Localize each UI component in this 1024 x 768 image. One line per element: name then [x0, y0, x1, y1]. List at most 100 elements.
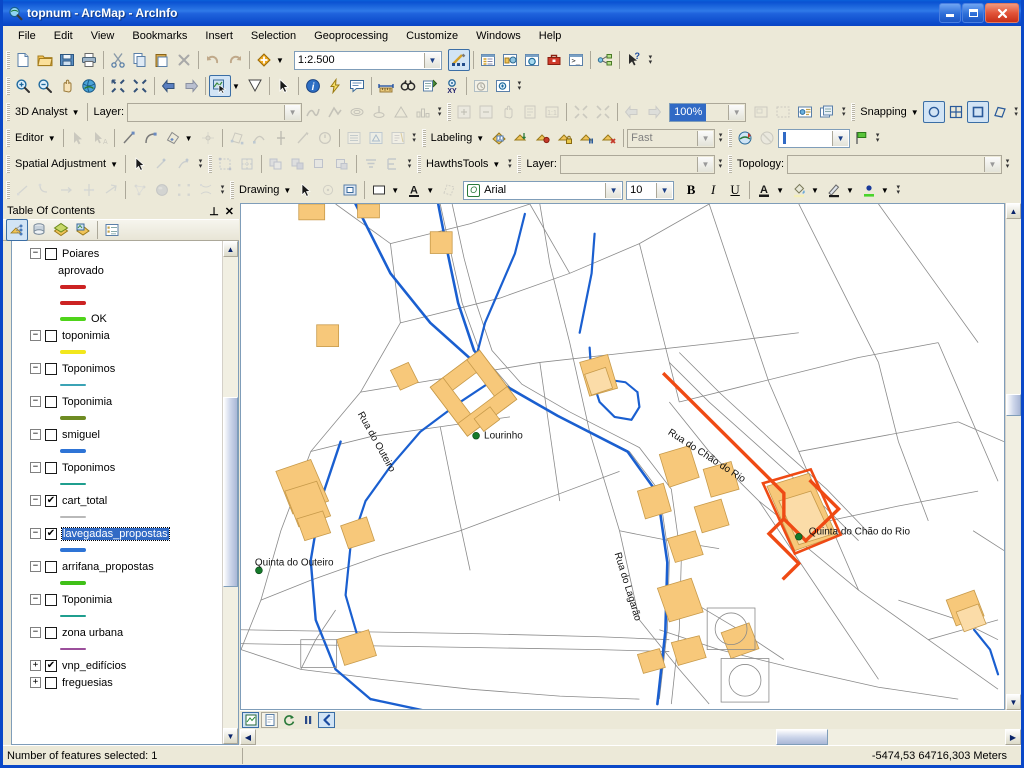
validate-topology-icon[interactable]: [382, 153, 404, 175]
chevron-down-icon[interactable]: ▼: [984, 156, 1000, 172]
rotate-raster-icon[interactable]: [734, 127, 756, 149]
labeling-toolbar-overflow[interactable]: ▾ ▾: [716, 128, 725, 148]
font-color-icon[interactable]: A: [403, 179, 425, 201]
layer-visibility-checkbox[interactable]: [45, 362, 57, 375]
layer-name[interactable]: smiguel: [62, 429, 100, 441]
toolbar-grip[interactable]: [447, 103, 452, 121]
symbol-swatch[interactable]: [60, 581, 86, 585]
select-by-polygon-icon[interactable]: [244, 75, 266, 97]
adjust-icon[interactable]: [100, 179, 122, 201]
copy-icon[interactable]: [129, 49, 151, 71]
identify-icon[interactable]: i: [302, 75, 324, 97]
layer-name[interactable]: Toponimia: [62, 594, 112, 606]
find-icon[interactable]: [397, 75, 419, 97]
pause-drawing-icon[interactable]: [299, 712, 316, 728]
layer-symbol-row[interactable]: [12, 410, 222, 426]
new-map-icon[interactable]: [12, 49, 34, 71]
chevron-down-icon[interactable]: ▼: [605, 182, 622, 198]
pan-icon[interactable]: [56, 75, 78, 97]
toc-layer-row[interactable]: − ✔ cart_total: [12, 492, 222, 509]
symbol-swatch[interactable]: [60, 615, 86, 617]
font-family-combo[interactable]: O Arial ▼: [463, 180, 624, 200]
pan-layout-icon[interactable]: [497, 101, 519, 123]
fixed-zoom-in-icon[interactable]: [107, 75, 129, 97]
list-by-drawing-order-icon[interactable]: [6, 219, 28, 241]
toc-tree[interactable]: − Poiares aprovado OK − toponimia − Toponimos − T…: [11, 241, 239, 745]
layer-symbol-row[interactable]: [12, 608, 222, 624]
marker-color-dropdown-icon[interactable]: ▼: [880, 186, 893, 195]
select-elements-icon[interactable]: [273, 75, 295, 97]
topology-overflow[interactable]: ▾ ▾: [1003, 154, 1012, 174]
toc-layer-row[interactable]: − toponimia: [12, 327, 222, 344]
layer-name[interactable]: Toponimos: [62, 462, 115, 474]
editor-dropdown-icon[interactable]: ▼: [47, 134, 60, 143]
go-back-extent-icon[interactable]: [158, 75, 180, 97]
chevron-down-icon[interactable]: ▼: [284, 104, 301, 120]
undo-edit-icon[interactable]: [314, 127, 336, 149]
toc-layer-row[interactable]: − Toponimia: [12, 393, 222, 410]
page-zoom-value[interactable]: 100%: [669, 102, 707, 122]
go-to-xy-icon[interactable]: XY: [441, 75, 463, 97]
toc-layer-row[interactable]: − Toponimos: [12, 459, 222, 476]
create-contour-icon[interactable]: [346, 101, 368, 123]
collapse-icon[interactable]: −: [30, 396, 41, 407]
menu-view[interactable]: View: [82, 27, 124, 45]
curve-segment-icon[interactable]: [140, 127, 162, 149]
cut-icon[interactable]: [107, 49, 129, 71]
menu-geoprocessing[interactable]: Geoprocessing: [305, 27, 397, 45]
symbol-swatch[interactable]: [60, 285, 86, 289]
sketch-properties-icon[interactable]: [365, 127, 387, 149]
topology-combo[interactable]: ▼: [787, 154, 1002, 174]
map-scroll-right-button[interactable]: ▶: [1005, 729, 1021, 745]
layer-visibility-checkbox[interactable]: [45, 247, 57, 260]
map-scale-combo[interactable]: 1:2.500 ▼: [293, 50, 442, 70]
layer-symbol-row[interactable]: [12, 295, 222, 311]
pause-labeling-icon[interactable]: [576, 127, 598, 149]
font-color-dropdown-icon[interactable]: ▼: [425, 186, 438, 195]
split-tool-icon[interactable]: [270, 127, 292, 149]
underline-button[interactable]: U: [724, 179, 746, 201]
scroll-down-button[interactable]: ▼: [223, 728, 238, 744]
map-hscroll-thumb[interactable]: [776, 729, 828, 745]
drawing-menu[interactable]: Drawing: [236, 184, 282, 196]
layer-name[interactable]: arrifana_propostas: [62, 561, 154, 573]
topology-layer-combo[interactable]: ▼: [559, 154, 715, 174]
menu-file[interactable]: File: [9, 27, 45, 45]
redo-icon[interactable]: [224, 49, 246, 71]
trace-dropdown-icon[interactable]: ▼: [184, 134, 197, 143]
map-vertical-scrollbar[interactable]: ▲ ▼: [1005, 203, 1021, 710]
minimize-button[interactable]: [939, 3, 961, 23]
symbol-swatch[interactable]: [60, 317, 86, 321]
print-icon[interactable]: [78, 49, 100, 71]
toc-layer-row[interactable]: + freguesias: [12, 674, 222, 691]
interpolate-line-icon[interactable]: [302, 101, 324, 123]
hawths-toolbar-overflow[interactable]: ▾ ▾: [505, 154, 514, 174]
snapping-toolbar-overflow[interactable]: ▾ ▾: [1012, 102, 1021, 122]
flag-icon[interactable]: [850, 127, 872, 149]
symbol-swatch[interactable]: [60, 384, 86, 386]
toolbar-grip[interactable]: [6, 103, 10, 121]
label-priority-icon[interactable]: [510, 127, 532, 149]
toc-layer-row[interactable]: − Poiares: [12, 245, 222, 262]
create-profile-graph-icon[interactable]: [368, 101, 390, 123]
topology-edit-tool-icon[interactable]: [214, 153, 236, 175]
edit-tool-icon[interactable]: [67, 127, 89, 149]
zoom-out-icon[interactable]: [34, 75, 56, 97]
labeling-menu[interactable]: Labeling: [428, 132, 476, 144]
python-window-icon[interactable]: >_: [565, 49, 587, 71]
scroll-thumb[interactable]: [223, 397, 238, 587]
reshape-edge-icon[interactable]: [331, 153, 353, 175]
layer-symbol-row[interactable]: OK: [12, 311, 222, 327]
collapse-icon[interactable]: −: [30, 627, 41, 638]
map-hscroll-track[interactable]: [256, 729, 1005, 745]
percent-view-icon[interactable]: 1:1: [541, 101, 563, 123]
layer-visibility-checkbox[interactable]: ✔: [45, 494, 57, 507]
list-by-source-icon[interactable]: [28, 219, 50, 241]
collapse-icon[interactable]: −: [30, 528, 41, 539]
chevron-down-icon[interactable]: ▼: [696, 156, 713, 172]
fixed-zoom-in-page-icon[interactable]: [570, 101, 592, 123]
adjust-sphere-icon[interactable]: [151, 179, 173, 201]
toolbar-grip[interactable]: [417, 155, 422, 173]
edge-match-icon[interactable]: [78, 179, 100, 201]
time-slider-icon[interactable]: [470, 75, 492, 97]
